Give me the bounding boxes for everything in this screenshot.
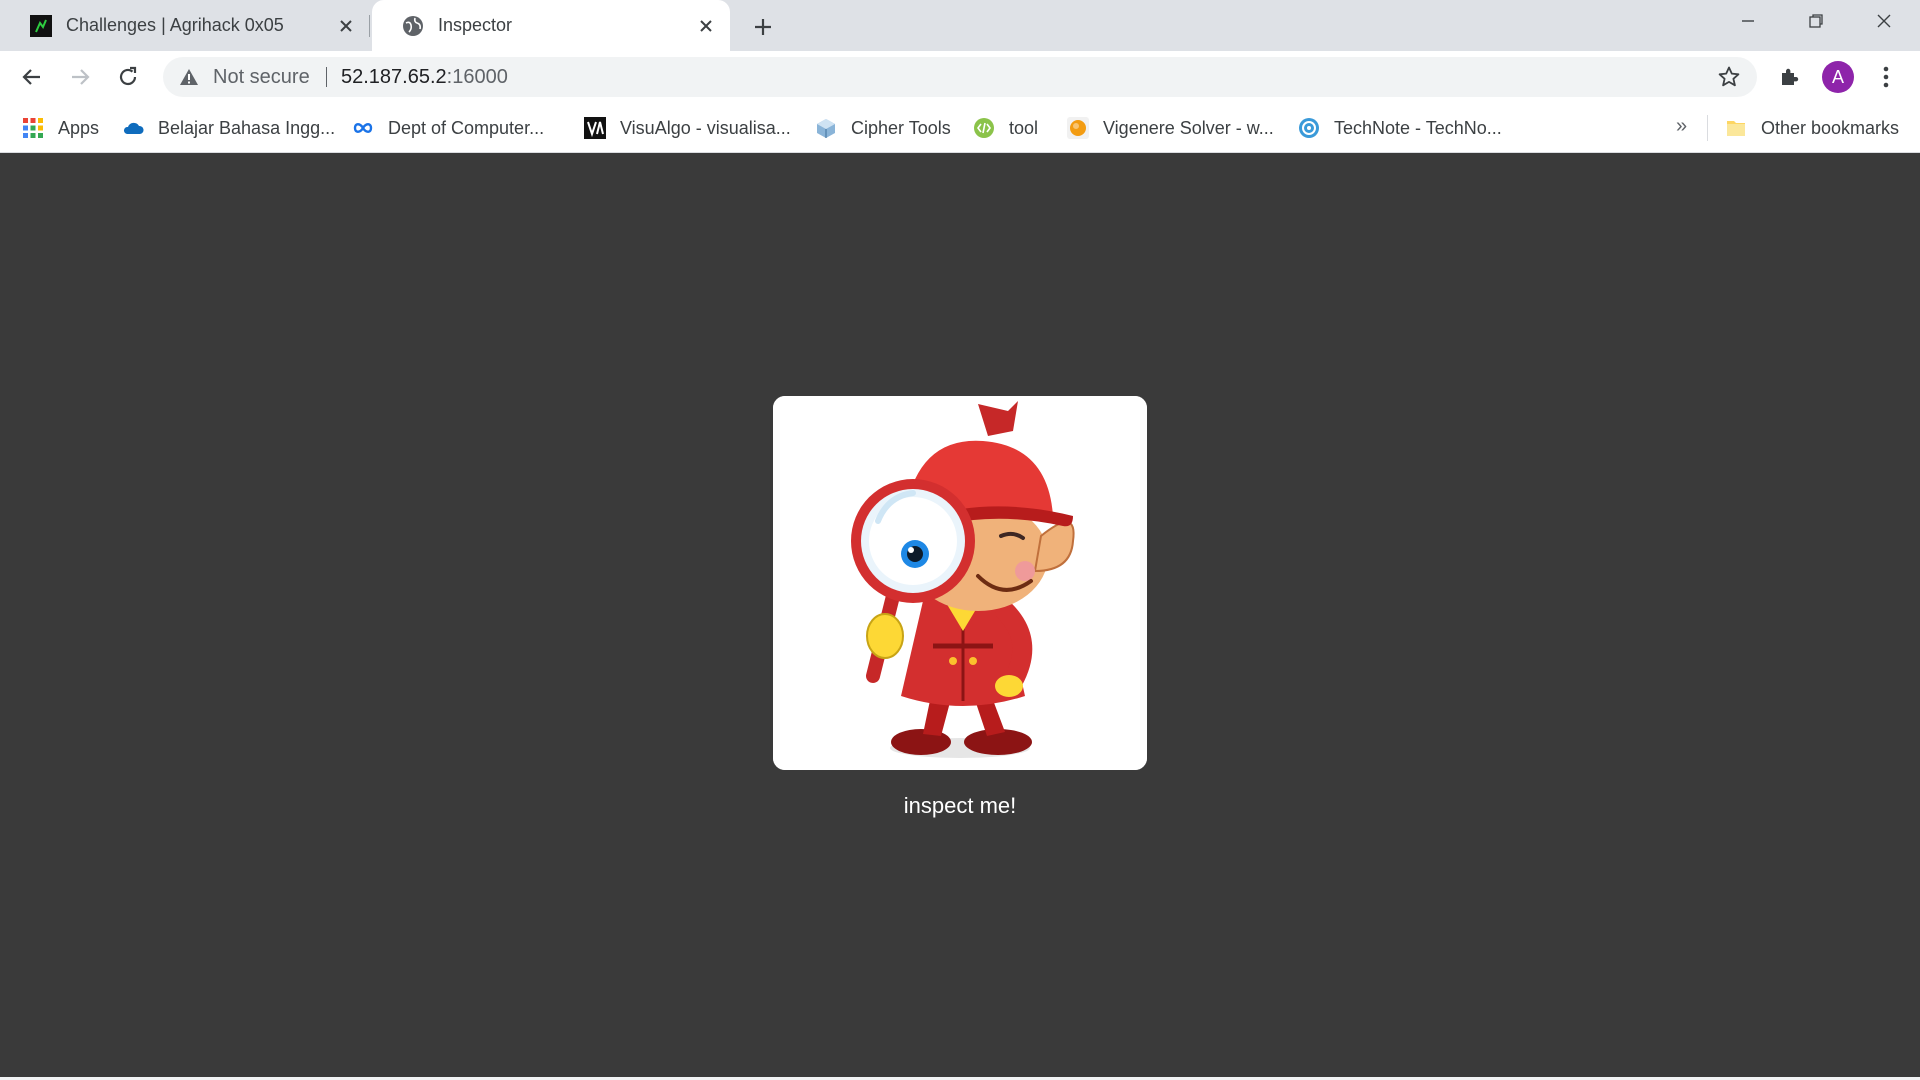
bookmark-tool[interactable]: tool xyxy=(973,114,1038,142)
detective-illustration xyxy=(773,396,1147,770)
globe-icon xyxy=(403,15,423,36)
url-host: 52.187.65.2 xyxy=(341,66,447,88)
toolbar: Not secure 52.187.65.2:16000 A xyxy=(0,51,1920,103)
bookmark-label: Other bookmarks xyxy=(1761,117,1900,138)
code-icon xyxy=(974,118,994,138)
bookmark-label: Cipher Tools xyxy=(851,117,951,138)
warning-icon[interactable] xyxy=(179,67,199,87)
restore-button[interactable] xyxy=(1782,0,1850,42)
tab-strip: Challenges | Agrihack 0x05 Inspector xyxy=(0,0,1920,51)
bookmark-apps[interactable]: Apps xyxy=(22,114,99,142)
avatar: A xyxy=(1822,61,1854,93)
bookmark-label: TechNote - TechNo... xyxy=(1334,117,1502,138)
orange-circle-icon xyxy=(1067,117,1089,139)
bookmark-vigenere[interactable]: Vigenere Solver - w... xyxy=(1067,114,1274,142)
tab-agrihack[interactable]: Challenges | Agrihack 0x05 xyxy=(0,0,370,51)
visualgo-icon xyxy=(584,117,606,139)
kebab-menu-icon xyxy=(1883,66,1889,88)
omnibox-divider xyxy=(326,67,327,87)
agrihack-favicon-icon xyxy=(30,14,52,37)
minimize-button[interactable] xyxy=(1714,0,1782,42)
url-port: :16000 xyxy=(446,66,508,88)
profile-button[interactable]: A xyxy=(1822,61,1854,93)
bookmarks-overflow-button[interactable]: » xyxy=(1676,115,1687,138)
folder-icon xyxy=(1727,121,1745,136)
tab-separator xyxy=(369,15,370,37)
close-window-button[interactable] xyxy=(1850,0,1918,42)
bookmarks-divider xyxy=(1707,115,1708,141)
address-bar[interactable]: Not secure 52.187.65.2:16000 xyxy=(163,57,1757,97)
back-button[interactable] xyxy=(14,59,50,95)
bookmark-label: tool xyxy=(1009,117,1039,138)
bookmark-label: Dept of Computer... xyxy=(388,117,545,138)
not-secure-label[interactable]: Not secure xyxy=(213,66,310,89)
close-tab-icon[interactable] xyxy=(334,14,358,38)
bookmark-dept[interactable]: Dept of Computer... xyxy=(352,114,544,142)
cipher-icon xyxy=(817,119,835,138)
page-content: inspect me! xyxy=(0,153,1920,1080)
bookmark-cipher-tools[interactable]: Cipher Tools xyxy=(815,114,951,142)
bookmark-technote[interactable]: TechNote - TechNo... xyxy=(1298,114,1502,142)
other-bookmarks[interactable]: Other bookmarks xyxy=(1725,114,1899,142)
cloud-icon xyxy=(123,122,144,134)
bookmark-label: VisuAlgo - visualisa... xyxy=(620,117,791,138)
tab-title: Inspector xyxy=(438,15,513,35)
apps-grid-icon xyxy=(23,118,43,138)
new-tab-button[interactable] xyxy=(748,12,778,42)
tab-inspector[interactable]: Inspector xyxy=(372,0,730,51)
menu-button[interactable] xyxy=(1870,61,1902,93)
url-text[interactable]: 52.187.65.2:16000 xyxy=(341,66,508,89)
bookmarks-bar: Apps Belajar Bahasa Ingg... Dept of Comp… xyxy=(0,103,1920,153)
back-arrow-icon xyxy=(22,69,40,85)
reload-icon xyxy=(119,66,137,86)
bookmark-label: Apps xyxy=(58,117,100,138)
technote-icon xyxy=(1299,118,1319,138)
infinity-icon xyxy=(353,123,373,133)
close-tab-icon[interactable] xyxy=(694,14,718,38)
detective-image xyxy=(773,396,1147,770)
reload-button[interactable] xyxy=(110,59,146,95)
bookmark-visualgo[interactable]: VisuAlgo - visualisa... xyxy=(584,114,791,142)
forward-arrow-icon xyxy=(72,69,90,85)
forward-button[interactable] xyxy=(62,59,98,95)
tab-title: Challenges | Agrihack 0x05 xyxy=(66,15,284,35)
puzzle-icon xyxy=(1782,68,1799,85)
inspect-caption: inspect me! xyxy=(903,793,1017,818)
bookmark-star-icon[interactable] xyxy=(1717,65,1741,89)
bookmark-label: Vigenere Solver - w... xyxy=(1103,117,1274,138)
extensions-button[interactable] xyxy=(1774,61,1806,93)
bookmark-belajar[interactable]: Belajar Bahasa Ingg... xyxy=(122,114,335,142)
bookmark-label: Belajar Bahasa Ingg... xyxy=(158,117,336,138)
